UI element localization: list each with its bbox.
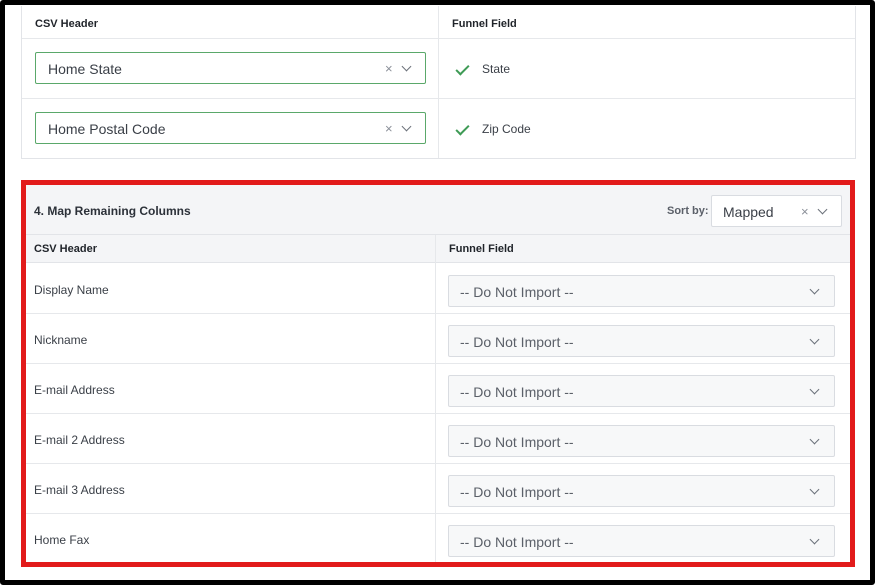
highlight-box: 4. Map Remaining Columns Sort by: Mapped…: [21, 180, 855, 567]
table-row: Nickname -- Do Not Import --: [26, 314, 850, 364]
sort-by-value: Mapped: [723, 204, 774, 220]
csv-header-name: Nickname: [34, 333, 88, 347]
table-row: E-mail 3 Address -- Do Not Import --: [26, 464, 850, 514]
chevron-down-icon[interactable]: [401, 61, 412, 72]
column-divider: [435, 235, 436, 562]
funnel-field-heading: Funnel Field: [449, 243, 514, 255]
check-icon: [455, 61, 470, 76]
csv-column-select[interactable]: Home State ×: [35, 52, 426, 84]
csv-header-name: E-mail 3 Address: [34, 483, 125, 497]
select-value: -- Do Not Import --: [460, 384, 574, 400]
csv-header-heading: CSV Header: [35, 18, 98, 30]
funnel-field-select[interactable]: -- Do Not Import --: [448, 425, 835, 457]
funnel-field-select[interactable]: -- Do Not Import --: [448, 275, 835, 307]
chevron-down-icon[interactable]: [809, 384, 820, 395]
sort-by-select[interactable]: Mapped ×: [711, 195, 842, 227]
table-row: Home Fax -- Do Not Import --: [26, 514, 850, 562]
csv-header-name: Display Name: [34, 283, 109, 297]
check-icon: [455, 121, 470, 136]
mapped-columns-table: CSV Header Funnel Field Home State × Sta…: [21, 6, 856, 159]
clear-icon[interactable]: ×: [801, 204, 809, 219]
select-value: -- Do Not Import --: [460, 434, 574, 450]
funnel-field-select[interactable]: -- Do Not Import --: [448, 475, 835, 507]
section-title: 4. Map Remaining Columns: [34, 204, 191, 218]
select-value: Home Postal Code: [48, 121, 166, 137]
chevron-down-icon[interactable]: [809, 534, 820, 545]
csv-header-heading: CSV Header: [34, 243, 97, 255]
chevron-down-icon[interactable]: [809, 284, 820, 295]
select-value: -- Do Not Import --: [460, 284, 574, 300]
funnel-field-select[interactable]: -- Do Not Import --: [448, 525, 835, 557]
csv-header-name: Home Fax: [34, 533, 90, 547]
select-value: -- Do Not Import --: [460, 484, 574, 500]
sort-by-label: Sort by:: [667, 205, 709, 217]
chevron-down-icon[interactable]: [809, 484, 820, 495]
csv-column-select[interactable]: Home Postal Code ×: [35, 112, 426, 144]
funnel-field-name: Zip Code: [482, 122, 531, 136]
table-row: Display Name -- Do Not Import --: [26, 264, 850, 314]
chevron-down-icon[interactable]: [809, 334, 820, 345]
chevron-down-icon[interactable]: [817, 204, 828, 215]
select-value: -- Do Not Import --: [460, 534, 574, 550]
csv-header-name: E-mail Address: [34, 383, 115, 397]
csv-header-name: E-mail 2 Address: [34, 433, 125, 447]
select-value: Home State: [48, 61, 122, 77]
clear-icon[interactable]: ×: [385, 121, 393, 136]
table-row: E-mail Address -- Do Not Import --: [26, 364, 850, 414]
table-header-row: CSV Header Funnel Field: [26, 235, 850, 263]
funnel-field-select[interactable]: -- Do Not Import --: [448, 325, 835, 357]
funnel-field-select[interactable]: -- Do Not Import --: [448, 375, 835, 407]
column-divider: [438, 6, 439, 158]
table-row: E-mail 2 Address -- Do Not Import --: [26, 414, 850, 464]
section-header: 4. Map Remaining Columns Sort by: Mapped…: [26, 185, 850, 235]
clear-icon[interactable]: ×: [385, 61, 393, 76]
funnel-field-name: State: [482, 62, 511, 76]
funnel-field-heading: Funnel Field: [452, 18, 517, 30]
chevron-down-icon[interactable]: [401, 121, 412, 132]
chevron-down-icon[interactable]: [809, 434, 820, 445]
select-value: -- Do Not Import --: [460, 334, 574, 350]
map-remaining-columns-section: 4. Map Remaining Columns Sort by: Mapped…: [26, 185, 850, 562]
